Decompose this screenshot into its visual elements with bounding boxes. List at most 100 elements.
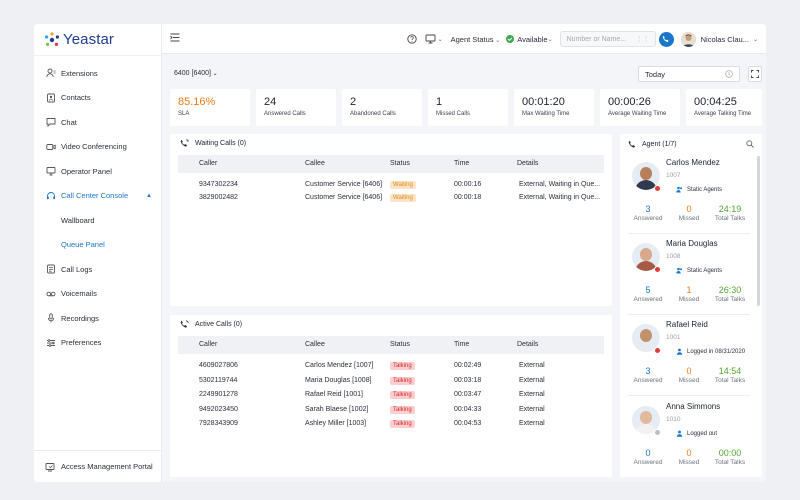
queue-selector[interactable]: 6400 [6400] ⌄ [174,70,218,77]
agent-name: Carlos Mendez [666,158,720,167]
sidebar-item-extensions[interactable]: Extensions [34,61,161,86]
sidebar-subitem-wallboard[interactable]: Wallboard [34,208,161,233]
sidebar-item-voicemails[interactable]: Voicemails [34,282,161,307]
date-filter-select[interactable]: Today [638,66,740,82]
logo: Yeastar [34,24,161,56]
agent-group: Static Agents [676,267,722,274]
sidebar-item-recordings[interactable]: Recordings [34,306,161,331]
sidebar-subitem-queue-panel[interactable]: Queue Panel [34,233,161,258]
total-talks: 00:00 [718,448,742,458]
available-dropdown[interactable]: Available ⌄ [506,35,553,44]
fullscreen-icon [751,70,759,78]
collapse-menu-icon[interactable] [170,33,180,44]
voicemail-icon [46,289,56,299]
user-avatar[interactable] [680,31,696,47]
column-header[interactable]: Callee [305,160,325,167]
access-management-portal-link[interactable]: Access Management Portal [34,450,162,482]
desktop-icon[interactable] [425,34,436,44]
fullscreen-button[interactable] [748,66,762,82]
table-row[interactable]: 4609027806 Carlos Mendez [1007] Talking … [178,360,604,374]
brand-name: Yeastar [63,31,115,48]
missed-label: Missed [678,296,700,303]
stat-value: 00:00:26 [608,96,651,108]
chevron-down-icon[interactable]: ⌄ [438,36,443,43]
user-name[interactable]: Nicolas Clau... [701,35,749,44]
sidebar-item-label: Extensions [61,68,98,78]
stat-value: 00:04:25 [694,96,737,108]
table-header: Caller Callee Status Time Details [178,336,604,354]
column-header[interactable]: Status [390,341,410,348]
time-cell: 00:04:53 [454,420,482,427]
sidebar-item-label: Contacts [61,93,91,103]
agent-card[interactable]: Anna Simmons 1010 Logged out 0 0 00:00 A… [628,400,750,478]
answered-count: 3 [645,366,651,376]
agent-extension: 1008 [666,253,681,260]
agents-panel: Agent (1/7) Carlos Mendez 1007 Static Ag… [620,134,762,477]
sidebar-item-call-center-console[interactable]: Call Center Console ▲ [34,184,161,209]
details-cell: External [519,420,545,427]
sidebar-item-label: Wallboard [61,215,95,225]
agent-status-label: Agent Status [450,34,494,44]
stat-label: SLA [178,111,190,117]
main-area: ⌄ Agent Status ⌄ Available ⌄ Number or N… [162,24,766,482]
table-row[interactable]: 9492023450 Sarah Blaese [1002] Talking 0… [178,404,604,418]
stat-card-answered: 24 Answered Calls [256,89,336,126]
sidebar-item-contacts[interactable]: Contacts [34,86,161,111]
sidebar-item-call-logs[interactable]: Call Logs [34,257,161,282]
time-cell: 00:04:33 [454,405,482,413]
chevron-up-icon[interactable]: ▲ [146,193,152,199]
table-row[interactable]: 7928343909 Ashley Miller [1003] Talking … [178,418,604,432]
table-row[interactable]: 9347302234 Customer Service [6406] Waiti… [178,179,604,193]
status-badge: Talking [390,420,415,428]
panel-title: Active Calls (0) [180,320,242,329]
chevron-down-icon[interactable]: ⌄ [753,36,758,43]
caller-cell: 7928343909 [199,420,238,427]
caller-cell: 3829002482 [199,194,238,201]
contacts-icon [46,93,56,103]
sidebar-nav: Extensions Contacts Chat Video Conferenc… [34,56,161,355]
sidebar-item-chat[interactable]: Chat [34,110,161,135]
sidebar-item-video-conferencing[interactable]: Video Conferencing [34,135,161,160]
scrollbar[interactable] [757,156,760,306]
table-row[interactable]: 3829002482 Customer Service [6406] Waiti… [178,192,604,206]
agent-card[interactable]: Rafael Reid 1001 Logged in 08/31/2020 3 … [628,318,750,396]
sidebar-item-label: Chat [61,117,77,127]
column-header[interactable]: Callee [305,341,325,348]
sidebar-item-operator-panel[interactable]: Operator Panel [34,159,161,184]
agent-extension: 1007 [666,172,681,179]
sidebar-item-preferences[interactable]: Preferences [34,331,161,356]
call-button[interactable] [658,31,674,47]
portal-label: Access Management Portal [61,462,153,471]
sidebar-item-label: Preferences [61,338,102,348]
stat-value: 1 [436,96,443,108]
dialpad-icon[interactable]: ⋮⋮ [636,35,650,43]
sidebar-item-label: Call Center Console [61,191,129,201]
extensions-icon [46,68,56,78]
agent-card[interactable]: Maria Douglas 1008 Static Agents 5 1 26:… [628,237,750,315]
column-header[interactable]: Details [517,341,538,348]
agent-status-dot [654,429,661,436]
column-header[interactable]: Details [517,160,538,167]
column-header[interactable]: Status [390,160,410,167]
search-placeholder: Number or Name... [566,35,627,43]
clock-icon [725,70,733,78]
table-header: Caller Callee Status Time Details [178,155,604,173]
agent-status-dropdown[interactable]: Agent Status ⌄ [451,35,501,44]
help-icon[interactable] [406,34,417,44]
missed-count: 0 [686,366,692,376]
agent-card[interactable]: Carlos Mendez 1007 Static Agents 3 0 24:… [628,156,750,234]
missed-count: 0 [686,204,692,214]
table-row[interactable]: 5302119744 Maria Douglas [1008] Talking … [178,375,604,389]
table-row[interactable]: 2249901278 Rafael Reid [1001] Talking 00… [178,389,604,403]
search-input[interactable]: Number or Name... ⋮⋮ [559,31,656,47]
waiting-calls-panel: Waiting Calls (0) Caller Callee Status T… [170,134,612,306]
stat-value: 00:01:20 [522,96,565,108]
time-cell: 00:03:47 [454,391,482,398]
column-header[interactable]: Time [454,341,469,348]
column-header[interactable]: Time [454,160,469,167]
column-header[interactable]: Caller [199,160,217,167]
stat-card-sla: 85.16% SLA [170,89,250,126]
search-icon[interactable] [746,140,754,148]
column-header[interactable]: Caller [199,341,217,348]
agent-name: Anna Simmons [666,402,721,411]
